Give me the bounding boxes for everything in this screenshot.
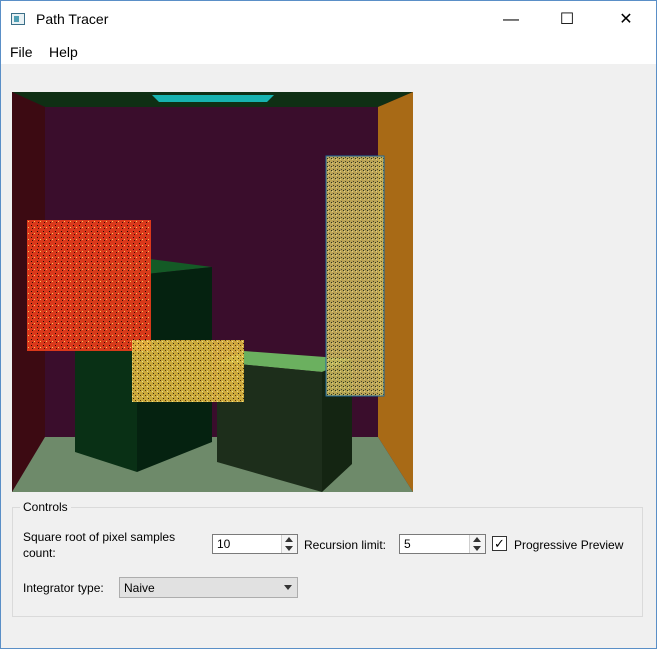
- render-viewport: [12, 92, 413, 492]
- controls-groupbox: [12, 507, 643, 617]
- recursion-label: Recursion limit:: [304, 538, 387, 552]
- noise-tile-left: [27, 220, 151, 351]
- recursion-stepper[interactable]: [469, 535, 485, 553]
- samples-label-line1: Square root of pixel samples: [23, 530, 176, 544]
- samples-value: 10: [217, 537, 231, 551]
- render-image: [12, 92, 413, 492]
- minimize-button[interactable]: —: [488, 1, 534, 39]
- noise-tile-mid: [132, 340, 244, 402]
- floor: [12, 437, 413, 492]
- title-bar[interactable]: Path Tracer — ☐ ✕: [1, 1, 656, 39]
- samples-stepper[interactable]: [281, 535, 297, 553]
- recursion-value: 5: [404, 537, 411, 551]
- integrator-label: Integrator type:: [23, 581, 104, 595]
- spin-down-icon[interactable]: [285, 546, 293, 551]
- ceiling-light: [152, 95, 274, 102]
- samples-label-line2: count:: [23, 546, 56, 560]
- spin-down-icon[interactable]: [473, 546, 481, 551]
- progressive-preview-checkbox[interactable]: ✓: [492, 536, 507, 551]
- recursion-spinbox[interactable]: 5: [399, 534, 486, 554]
- close-button[interactable]: ✕: [603, 1, 649, 39]
- menu-help[interactable]: Help: [49, 44, 78, 60]
- menu-file[interactable]: File: [10, 44, 33, 60]
- integrator-value: Naive: [124, 581, 155, 595]
- spin-up-icon[interactable]: [285, 537, 293, 542]
- noise-tile-right: [326, 156, 384, 396]
- spin-up-icon[interactable]: [473, 537, 481, 542]
- app-icon: [11, 13, 25, 25]
- maximize-button[interactable]: ☐: [544, 1, 590, 39]
- chevron-down-icon[interactable]: [284, 585, 292, 590]
- controls-group-title: Controls: [20, 500, 71, 514]
- window-title: Path Tracer: [36, 11, 109, 27]
- integrator-select[interactable]: Naive: [119, 577, 298, 598]
- menu-bar: File Help: [1, 39, 656, 64]
- progressive-preview-label[interactable]: Progressive Preview: [514, 537, 623, 553]
- samples-spinbox[interactable]: 10: [212, 534, 298, 554]
